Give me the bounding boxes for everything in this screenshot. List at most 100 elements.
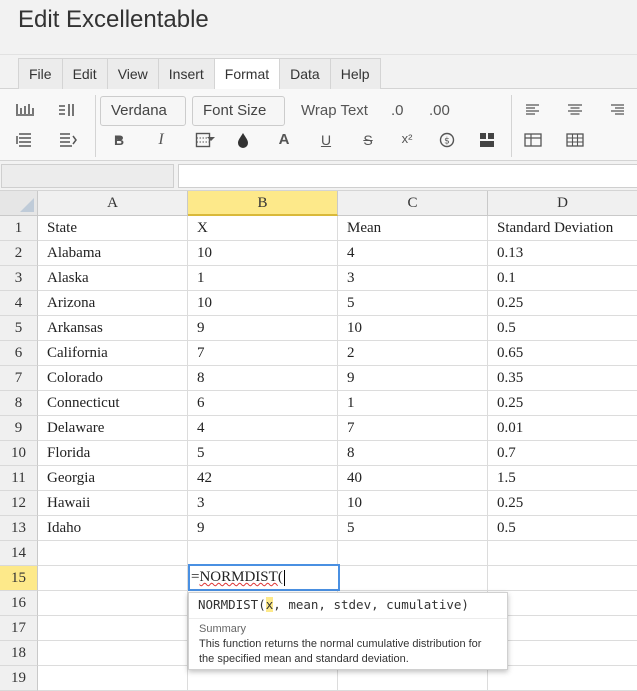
table-cell[interactable]: 0.65 bbox=[488, 341, 637, 366]
fill-color-icon[interactable] bbox=[230, 127, 256, 153]
increase-decimal-button[interactable]: .00 bbox=[429, 96, 450, 126]
table-cell[interactable]: X bbox=[188, 216, 338, 241]
wrap-text-button[interactable]: Wrap Text bbox=[301, 96, 368, 126]
table-cell[interactable]: Florida bbox=[38, 441, 188, 466]
table-cell[interactable]: 0.7 bbox=[488, 441, 637, 466]
row-header[interactable]: 17 bbox=[0, 616, 38, 641]
table-cell[interactable]: 40 bbox=[338, 466, 488, 491]
table-cell[interactable]: 42 bbox=[188, 466, 338, 491]
table-cell[interactable]: 0.25 bbox=[488, 491, 637, 516]
table-cell[interactable]: 7 bbox=[188, 341, 338, 366]
row-header[interactable]: 11 bbox=[0, 466, 38, 491]
table-cell[interactable]: 1.5 bbox=[488, 466, 637, 491]
font-family-select[interactable]: Verdana bbox=[100, 96, 186, 142]
table-cell[interactable] bbox=[488, 616, 637, 641]
table-cell[interactable]: 1 bbox=[188, 266, 338, 291]
table-cell[interactable] bbox=[338, 541, 488, 566]
column-header-c[interactable]: C bbox=[338, 191, 488, 216]
italic-button[interactable]: I bbox=[148, 127, 174, 153]
table-cell[interactable]: 5 bbox=[338, 516, 488, 541]
table-cell[interactable]: Mean bbox=[338, 216, 488, 241]
row-header[interactable]: 8 bbox=[0, 391, 38, 416]
table-cell[interactable]: Arkansas bbox=[38, 316, 188, 341]
table-cell[interactable]: 10 bbox=[338, 316, 488, 341]
row-header[interactable]: 3 bbox=[0, 266, 38, 291]
table-cell[interactable]: 1 bbox=[338, 391, 488, 416]
menu-tab-view[interactable]: View bbox=[106, 58, 158, 89]
table-cell[interactable]: 9 bbox=[188, 316, 338, 341]
table-cell[interactable]: 0.13 bbox=[488, 241, 637, 266]
table-cell[interactable]: Standard Deviation bbox=[488, 216, 637, 241]
row-header[interactable]: 14 bbox=[0, 541, 38, 566]
insert-column-left-icon[interactable] bbox=[54, 127, 80, 153]
currency-icon[interactable]: $ bbox=[434, 127, 460, 153]
table-cell[interactable]: Delaware bbox=[38, 416, 188, 441]
row-header[interactable]: 13 bbox=[0, 516, 38, 541]
formula-input[interactable] bbox=[178, 164, 637, 188]
cell-reference-box[interactable] bbox=[1, 164, 174, 188]
menu-tab-file[interactable]: File bbox=[18, 58, 62, 89]
table-cell[interactable]: 9 bbox=[338, 366, 488, 391]
table-icon[interactable] bbox=[520, 127, 546, 153]
row-header[interactable]: 1 bbox=[0, 216, 38, 241]
table-cell[interactable]: California bbox=[38, 341, 188, 366]
table-cell[interactable]: 8 bbox=[338, 441, 488, 466]
table-cell[interactable]: 6 bbox=[188, 391, 338, 416]
align-center-icon[interactable] bbox=[562, 97, 588, 123]
table-cell[interactable]: 4 bbox=[188, 416, 338, 441]
table-cell[interactable] bbox=[38, 666, 188, 691]
table-cell[interactable]: 9 bbox=[188, 516, 338, 541]
table-cell[interactable] bbox=[488, 566, 637, 591]
table-cell[interactable]: 3 bbox=[338, 266, 488, 291]
border-icon[interactable] bbox=[190, 127, 216, 153]
cell-editor-input[interactable]: =NORMDIST( bbox=[188, 564, 340, 591]
menu-tab-edit[interactable]: Edit bbox=[61, 58, 107, 89]
table-cell[interactable] bbox=[38, 591, 188, 616]
grid-icon[interactable] bbox=[562, 127, 588, 153]
table-cell[interactable]: 8 bbox=[188, 366, 338, 391]
align-right-icon[interactable] bbox=[604, 97, 630, 123]
font-size-select[interactable]: Font Size bbox=[192, 96, 285, 142]
align-left-icon[interactable] bbox=[520, 97, 546, 123]
table-cell[interactable] bbox=[338, 566, 488, 591]
row-header[interactable]: 9 bbox=[0, 416, 38, 441]
table-cell[interactable]: 0.5 bbox=[488, 316, 637, 341]
table-cell[interactable]: Alabama bbox=[38, 241, 188, 266]
insert-column-right-icon[interactable] bbox=[54, 97, 80, 123]
row-header[interactable]: 15 bbox=[0, 566, 38, 591]
table-cell[interactable]: 10 bbox=[338, 491, 488, 516]
table-cell[interactable]: Georgia bbox=[38, 466, 188, 491]
table-cell[interactable]: Connecticut bbox=[38, 391, 188, 416]
table-cell[interactable]: 10 bbox=[188, 291, 338, 316]
table-cell[interactable]: 5 bbox=[338, 291, 488, 316]
table-cell[interactable]: Colorado bbox=[38, 366, 188, 391]
table-cell[interactable]: State bbox=[38, 216, 188, 241]
row-header[interactable]: 7 bbox=[0, 366, 38, 391]
superscript-button[interactable]: x² bbox=[394, 125, 420, 151]
table-cell[interactable]: Alaska bbox=[38, 266, 188, 291]
table-cell[interactable]: 0.1 bbox=[488, 266, 637, 291]
insert-row-below-icon[interactable] bbox=[12, 127, 38, 153]
row-header[interactable]: 6 bbox=[0, 341, 38, 366]
font-color-button[interactable]: A bbox=[271, 126, 297, 152]
table-cell[interactable]: 0.5 bbox=[488, 516, 637, 541]
row-header[interactable]: 5 bbox=[0, 316, 38, 341]
row-header[interactable]: 4 bbox=[0, 291, 38, 316]
table-cell[interactable]: 0.25 bbox=[488, 391, 637, 416]
menu-tab-help[interactable]: Help bbox=[329, 58, 381, 89]
row-header[interactable]: 12 bbox=[0, 491, 38, 516]
table-cell[interactable]: 0.25 bbox=[488, 291, 637, 316]
table-cell[interactable]: Hawaii bbox=[38, 491, 188, 516]
row-header[interactable]: 18 bbox=[0, 641, 38, 666]
table-cell[interactable] bbox=[38, 641, 188, 666]
menu-tab-insert[interactable]: Insert bbox=[157, 58, 214, 89]
table-cell[interactable]: Arizona bbox=[38, 291, 188, 316]
table-cell[interactable]: 2 bbox=[338, 341, 488, 366]
insert-row-above-icon[interactable] bbox=[12, 97, 38, 123]
underline-button[interactable]: U bbox=[313, 127, 339, 153]
table-cell[interactable]: 0.35 bbox=[488, 366, 637, 391]
table-cell[interactable]: 0.01 bbox=[488, 416, 637, 441]
column-header-a[interactable]: A bbox=[38, 191, 188, 216]
table-cell[interactable] bbox=[38, 566, 188, 591]
row-header[interactable]: 19 bbox=[0, 666, 38, 691]
